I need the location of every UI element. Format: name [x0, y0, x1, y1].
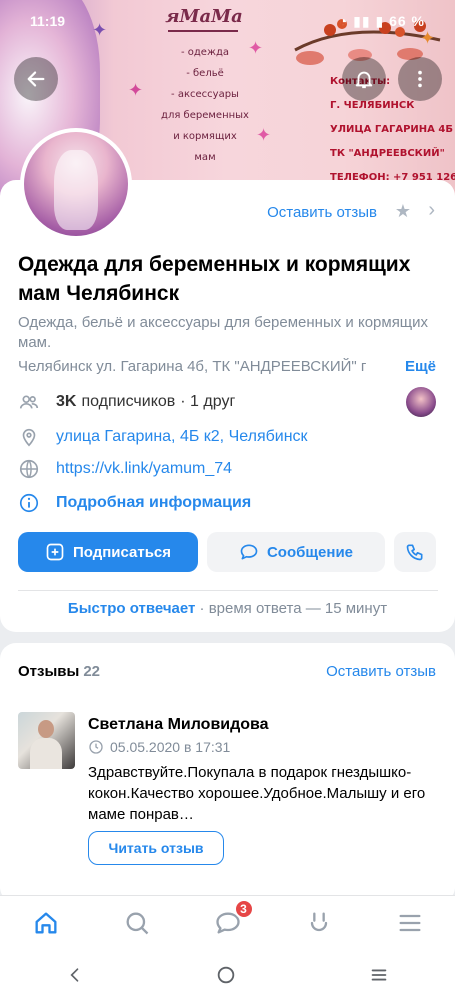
bell-icon	[355, 71, 373, 89]
butterfly-icon: ✦	[128, 80, 144, 100]
notifications-button[interactable]	[342, 57, 386, 101]
wifi-icon: ◔	[338, 13, 349, 29]
community-description: Одежда, бельё и аксессуары для беременны…	[18, 314, 429, 351]
tab-messages[interactable]: 3	[208, 899, 254, 943]
status-icons: ◔ ▮▮ ▮ 66 %	[339, 13, 425, 30]
avatar-figure	[54, 150, 98, 230]
reviewer-figure-body	[30, 738, 62, 769]
leave-review-link[interactable]: Оставить отзыв	[267, 204, 377, 221]
more-vertical-icon	[418, 70, 422, 88]
clock-icon	[89, 740, 103, 754]
reviews-header: Отзывы 22	[18, 663, 100, 680]
tab-search[interactable]	[117, 903, 157, 943]
system-navigation	[0, 950, 455, 1000]
slogan-line: мам	[194, 152, 216, 163]
clips-icon	[310, 912, 327, 932]
page-title: Одежда для беременных и кормящих мам Чел…	[18, 253, 411, 305]
details-link[interactable]: Подробная информация	[56, 494, 251, 512]
users-icon	[18, 391, 40, 413]
community-status-line: Челябинск ул. Гагарина 4б, ТК "АНДРЕЕВСК…	[18, 358, 367, 375]
subscribe-button[interactable]: Подписаться	[18, 532, 198, 572]
bottom-tab-bar: 3	[0, 895, 455, 950]
quick-reply-label: Быстро отвечает	[67, 600, 196, 617]
globe-icon	[18, 458, 40, 480]
slogan-line: для беременных	[161, 110, 249, 121]
divider	[18, 590, 438, 591]
home-icon	[35, 912, 56, 934]
battery-level: 66 %	[389, 13, 425, 29]
status-time: 11:19	[30, 13, 66, 29]
messages-badge: 3	[233, 899, 254, 919]
message-label: Сообщение	[266, 543, 354, 561]
butterfly-icon: ✦	[248, 38, 264, 58]
contact-line: ТК "АНДРЕЕВСКИЙ"	[330, 148, 445, 159]
tab-menu[interactable]	[390, 903, 430, 943]
reviewer-avatar[interactable]	[18, 712, 75, 769]
cover-slogan: - одежда - бельё - аксессуары для береме…	[155, 42, 255, 168]
message-button[interactable]: Сообщение	[207, 532, 385, 572]
avatar-image	[24, 132, 128, 236]
review-text: Здравствуйте.Покупала в подарок гнездышк…	[88, 764, 426, 823]
website-row[interactable]: https://vk.link/yamum_74	[18, 457, 438, 481]
address-row[interactable]: улица Гагарина, 4Б к2, Челябинск	[18, 425, 438, 449]
call-button[interactable]	[394, 532, 436, 572]
status-bar: 11:19 ◔ ▮▮ ▮ 66 %	[0, 0, 455, 40]
review-date-text: 05.05.2020 в 17:31	[110, 739, 231, 755]
info-icon	[18, 492, 40, 514]
community-avatar[interactable]	[20, 128, 132, 240]
system-home-icon[interactable]	[215, 964, 237, 986]
review-date: 05.05.2020 в 17:31	[88, 739, 230, 755]
battery-icon: ▮	[375, 13, 385, 29]
address-link[interactable]: улица Гагарина, 4Б к2, Челябинск	[56, 428, 308, 446]
back-arrow-icon	[27, 71, 45, 87]
read-review-button[interactable]: Читать отзыв	[88, 831, 224, 865]
search-icon	[126, 912, 148, 935]
phone-icon	[406, 544, 423, 561]
plus-square-icon	[46, 543, 64, 561]
details-row[interactable]: Подробная информация	[18, 491, 438, 515]
friends-count: · 1 друг	[180, 393, 236, 410]
more-button[interactable]	[398, 57, 442, 101]
slogan-line: - бельё	[186, 68, 224, 79]
slogan-line: - аксессуары	[171, 89, 239, 100]
slogan-line: и кормящих	[173, 131, 237, 142]
show-more-link[interactable]: Ещё	[405, 358, 436, 375]
back-button[interactable]	[14, 57, 58, 101]
followers-row[interactable]: 3K подписчиков · 1 друг	[18, 390, 438, 414]
slogan-line: - одежда	[180, 47, 230, 58]
reviewer-figure-head	[38, 720, 54, 738]
menu-icon	[399, 914, 420, 932]
reviewer-name[interactable]: Светлана Миловидова	[88, 716, 269, 734]
contact-line: Г. ЧЕЛЯБИНСК	[330, 100, 415, 111]
system-recents-icon[interactable]	[368, 964, 390, 986]
tab-home[interactable]	[26, 903, 66, 943]
reviews-leave-link[interactable]: Оставить отзыв	[326, 663, 436, 680]
reviews-title: Отзывы	[18, 663, 80, 680]
response-time-text: · время ответа — 15 минут	[195, 600, 388, 617]
reviews-count: 22	[83, 663, 100, 680]
butterfly-icon: ✦	[256, 125, 272, 145]
system-back-icon[interactable]	[65, 965, 85, 985]
tab-clips[interactable]	[299, 903, 339, 943]
contact-line: УЛИЦА ГАГАРИНА 4Б К2	[330, 124, 455, 135]
chevron-right-icon[interactable]: ›	[428, 199, 435, 222]
friend-avatar[interactable]	[406, 387, 436, 417]
subscribe-label: Подписаться	[72, 543, 172, 561]
location-pin-icon	[18, 426, 40, 448]
followers-count: 3K	[56, 393, 77, 410]
followers-label: подписчиков	[81, 393, 176, 410]
website-link[interactable]: https://vk.link/yamum_74	[56, 460, 232, 478]
message-bubble-icon	[240, 544, 258, 560]
star-icon[interactable]: ★	[395, 201, 411, 222]
signal-icon: ▮▮	[353, 13, 371, 29]
response-time: Быстро отвечает · время ответа — 15 мину…	[0, 600, 455, 617]
